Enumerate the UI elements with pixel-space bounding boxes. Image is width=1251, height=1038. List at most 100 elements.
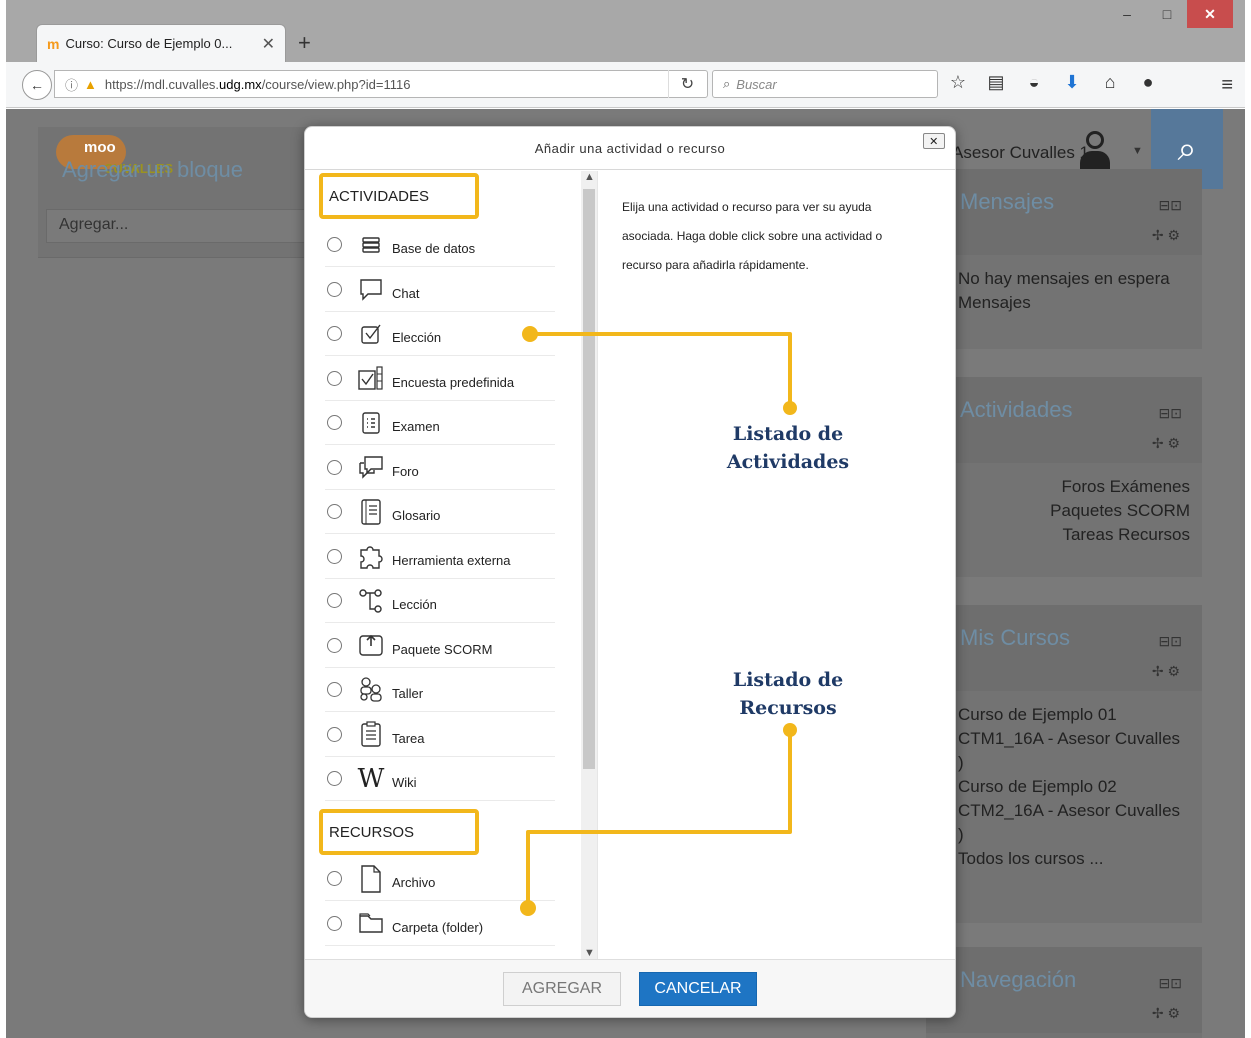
block-header: Mis Cursos ⊟⊡ ✢ ⚙ <box>926 605 1202 691</box>
add-block-select[interactable]: Agregar... <box>46 209 308 243</box>
activity-option[interactable]: Base de datos <box>325 223 555 267</box>
block-title[interactable]: Navegación <box>960 967 1076 993</box>
activity-option[interactable]: Examen <box>325 401 555 445</box>
radio-button[interactable] <box>327 871 342 886</box>
lesson-icon <box>356 586 386 616</box>
block-move-icon[interactable]: ✢ ⚙ <box>1152 663 1180 680</box>
file-icon <box>356 864 386 894</box>
block-collapse-icon[interactable]: ⊟⊡ <box>1159 405 1182 422</box>
cancelar-button[interactable]: CANCELAR <box>639 972 757 1006</box>
course-link[interactable]: Curso de Ejemplo 01 <box>958 703 1188 727</box>
browser-toolbar: ← ⓘ ▲ https://mdl.cuvalles. udg.mx/course… <box>6 62 1245 108</box>
tab-close-icon[interactable]: ✕ <box>262 34 275 54</box>
activity-option[interactable]: Lección <box>325 579 555 623</box>
radio-button[interactable] <box>327 593 342 608</box>
close-icon[interactable]: ✕ <box>923 133 945 149</box>
resource-option[interactable]: Carpeta (folder) <box>325 902 555 946</box>
block-link[interactable]: Paquetes SCORM <box>958 499 1190 523</box>
list-scrollbar[interactable]: ▲ ▼ <box>581 171 597 961</box>
block-title[interactable]: Mensajes <box>960 189 1054 215</box>
course-link: ) <box>958 753 964 772</box>
block-title[interactable]: Actividades <box>960 397 1073 423</box>
radio-button[interactable] <box>327 326 342 341</box>
block-move-icon[interactable]: ✢ ⚙ <box>1152 227 1180 244</box>
block-title[interactable]: Mis Cursos <box>960 625 1070 651</box>
minimize-button[interactable]: – <box>1107 0 1147 28</box>
pocket-icon[interactable]: ◒ <box>1022 72 1046 93</box>
new-tab-button[interactable]: + <box>298 30 311 56</box>
scroll-up-icon[interactable]: ▲ <box>584 171 595 183</box>
browser-tab[interactable]: m Curso: Curso de Ejemplo 0... ✕ <box>36 24 286 62</box>
chat-bubble-icon[interactable]: ● <box>1136 72 1160 93</box>
radio-button[interactable] <box>327 281 342 297</box>
close-window-button[interactable]: ✕ <box>1187 0 1233 28</box>
my-courses-block: Mis Cursos ⊟⊡ ✢ ⚙ Curso de Ejemplo 01 CT… <box>926 605 1202 923</box>
search-input[interactable]: ⌕ Buscar <box>712 70 938 98</box>
avatar[interactable] <box>1078 131 1112 171</box>
activity-option[interactable]: Foro <box>325 446 555 490</box>
activity-option[interactable]: Encuesta predefinida <box>325 357 555 401</box>
chevron-down-icon[interactable]: ▼ <box>1132 145 1143 157</box>
radio-button[interactable] <box>327 370 342 386</box>
block-link[interactable]: Tareas Recursos <box>958 523 1190 547</box>
block-collapse-icon[interactable]: ⊟⊡ <box>1159 197 1182 214</box>
reading-list-icon[interactable]: ▤ <box>984 72 1008 93</box>
info-icon[interactable]: ⓘ <box>65 75 78 94</box>
section-actividades: ACTIVIDADES <box>319 173 479 219</box>
back-button[interactable]: ← <box>22 70 52 100</box>
course-link[interactable]: CTM1_16A - Asesor Cuvalles <box>958 727 1188 751</box>
activity-option[interactable]: Glosario <box>325 490 555 534</box>
reload-icon[interactable]: ↻ <box>668 70 706 98</box>
scrollbar-thumb[interactable] <box>583 189 595 769</box>
tab-title: Curso: Curso de Ejemplo 0... <box>65 36 233 51</box>
course-link[interactable]: CTM2_16A - Asesor Cuvalles <box>958 799 1188 823</box>
radio-button[interactable] <box>327 726 342 742</box>
radio-button[interactable] <box>327 459 342 475</box>
radio-button[interactable] <box>327 548 342 564</box>
radio-button[interactable] <box>327 771 342 786</box>
resource-option[interactable]: Archivo <box>325 857 555 901</box>
recursos-annotation-label: Listado de Recursos <box>732 669 844 719</box>
activity-option[interactable]: Tarea <box>325 713 555 757</box>
navigation-block: Navegación ⊟⊡ ✢ ⚙ <box>926 947 1202 1038</box>
url-bar[interactable]: ⓘ ▲ https://mdl.cuvalles. udg.mx/course/v… <box>54 70 708 98</box>
block-link[interactable]: Mensajes <box>958 291 1188 315</box>
bookmark-star-icon[interactable]: ☆ <box>946 72 970 93</box>
activity-option[interactable]: Taller <box>325 668 555 712</box>
chat-icon <box>356 274 386 304</box>
maximize-button[interactable]: □ <box>1147 0 1187 28</box>
block-move-icon[interactable]: ✢ ⚙ <box>1152 435 1180 452</box>
block-header: Mensajes ⊟⊡ ✢ ⚙ <box>926 169 1202 255</box>
scroll-down-icon[interactable]: ▼ <box>584 947 595 959</box>
url-host: udg.mx <box>219 76 262 92</box>
hamburger-menu-icon[interactable]: ≡ <box>1221 74 1233 97</box>
block-collapse-icon[interactable]: ⊟⊡ <box>1159 975 1182 992</box>
option-label: Elección <box>392 330 442 345</box>
radio-button[interactable] <box>327 637 342 653</box>
choice-icon <box>356 319 386 349</box>
lock-warning-icon[interactable]: ▲ <box>84 77 97 92</box>
activity-option[interactable]: Chat <box>325 268 555 312</box>
block-link[interactable]: Foros Exámenes <box>958 475 1191 499</box>
options-list[interactable]: ACTIVIDADES Base de datos Chat Elección Enc… <box>305 171 580 961</box>
user-name[interactable]: Asesor Cuvalles 1 <box>952 143 1089 163</box>
all-courses-link[interactable]: Todos los cursos ... <box>958 847 1188 871</box>
download-icon[interactable]: ⬇ <box>1060 72 1084 93</box>
radio-button[interactable] <box>327 415 342 430</box>
home-icon[interactable]: ⌂ <box>1098 72 1122 93</box>
radio-button[interactable] <box>327 504 342 519</box>
block-move-icon[interactable]: ✢ ⚙ <box>1152 1005 1180 1022</box>
activity-option[interactable]: Herramienta externa <box>325 535 555 579</box>
radio-button[interactable] <box>327 915 342 931</box>
activity-option[interactable]: W Wiki <box>325 757 555 801</box>
divider <box>38 257 308 258</box>
agregar-button[interactable]: AGREGAR <box>503 972 621 1006</box>
block-line: No hay mensajes en espera <box>958 269 1170 288</box>
avatar-head <box>1086 131 1104 149</box>
radio-button[interactable] <box>327 682 342 697</box>
block-collapse-icon[interactable]: ⊟⊡ <box>1159 633 1182 650</box>
activity-option[interactable]: Paquete SCORM <box>325 624 555 668</box>
activity-option[interactable]: Elección <box>325 312 555 356</box>
radio-button[interactable] <box>327 237 342 252</box>
course-link[interactable]: Curso de Ejemplo 02 <box>958 775 1188 799</box>
